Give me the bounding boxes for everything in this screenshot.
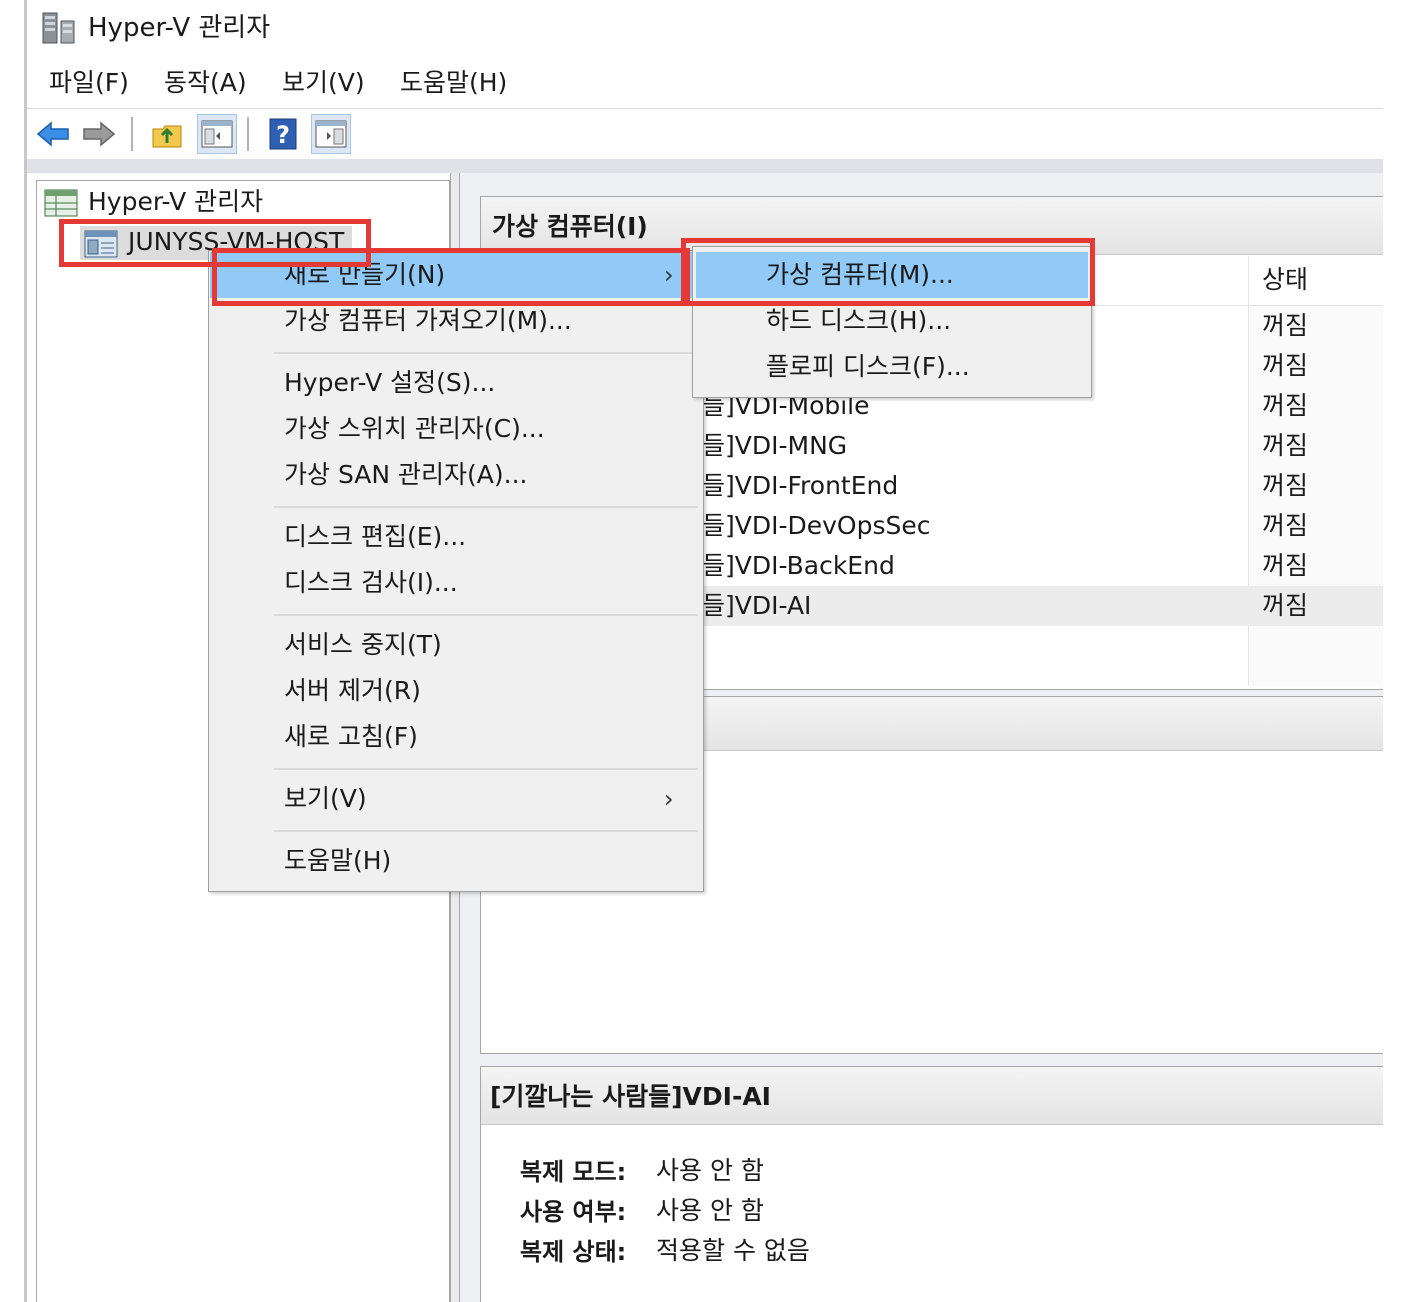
replication-mode-label: 복제 모드: <box>520 1158 627 1186</box>
replication-enabled-value: 사용 안 함 <box>656 1196 764 1225</box>
column-header-status[interactable]: 상태 <box>1262 264 1308 296</box>
replication-state-value: 적용할 수 없음 <box>656 1236 810 1265</box>
window-left-border <box>24 0 27 1302</box>
context-menu-item-virtual-switch-manager-label: 가상 스위치 관리자(C)... <box>284 414 545 443</box>
replication-state-label: 복제 상태: <box>520 1238 627 1266</box>
vm-name: 들]VDI-BackEnd <box>702 551 895 580</box>
menu-action[interactable]: 동작(A) <box>160 68 251 98</box>
vm-status: 꺼짐 <box>1262 551 1309 580</box>
vm-status: 꺼짐 <box>1262 511 1309 540</box>
vm-status: 꺼짐 <box>1262 311 1309 340</box>
context-menu-item-virtual-san-manager-label: 가상 SAN 관리자(A)... <box>284 460 528 489</box>
context-menu-item-edit-disk-label: 디스크 편집(E)... <box>284 522 467 551</box>
vm-status: 꺼짐 <box>1262 351 1309 380</box>
hyperv-manager-icon <box>44 188 78 218</box>
context-menu-item-hyperv-settings-label: Hyper-V 설정(S)... <box>284 368 496 397</box>
vm-status: 꺼짐 <box>1262 471 1309 500</box>
context-menu-item-stop-service-label: 서비스 중지(T) <box>284 630 442 659</box>
context-menu-separator <box>274 830 698 832</box>
context-menu-item-refresh-label: 새로 고침(F) <box>284 722 418 751</box>
menu-help[interactable]: 도움말(H) <box>396 68 511 98</box>
submenu-arrow-icon: › <box>664 785 674 813</box>
menu-bar: 파일(F) 동작(A) 보기(V) 도움말(H) <box>27 58 1383 109</box>
vm-name: 들]VDI-AI <box>702 591 812 620</box>
context-menu-item-help-label: 도움말(H) <box>284 846 392 875</box>
menu-view[interactable]: 보기(V) <box>278 68 369 98</box>
up-folder-icon[interactable] <box>147 114 187 154</box>
context-menu-item-import-vm-label: 가상 컴퓨터 가져오기(M)... <box>284 306 572 335</box>
submenu-item-hard-disk-label: 하드 디스크(H)... <box>766 306 952 335</box>
back-arrow-icon[interactable] <box>33 114 73 154</box>
submenu-item-virtual-machine-label: 가상 컴퓨터(M)... <box>766 260 954 289</box>
replication-enabled-label: 사용 여부: <box>520 1198 627 1226</box>
toolbar-separator <box>131 117 133 151</box>
vm-name: 들]VDI-MNG <box>702 431 848 460</box>
virtual-machines-panel-title: 가상 컴퓨터(I) <box>492 212 648 241</box>
hyperv-manager-window: Hyper-V 관리자 파일(F) 동작(A) 보기(V) 도움말(H) ? H… <box>0 0 1428 1302</box>
tree-item-hyperv-manager[interactable]: Hyper-V 관리자 <box>88 186 263 218</box>
replication-mode-value: 사용 안 함 <box>656 1156 764 1185</box>
context-menu-item-view-label: 보기(V) <box>284 784 367 813</box>
menu-file[interactable]: 파일(F) <box>45 68 133 98</box>
toolbar: ? <box>27 109 1383 159</box>
svg-text:?: ? <box>276 121 290 149</box>
workspace-band <box>27 159 1383 173</box>
details-panel-title: [기깔나는 사람들]VDI-AI <box>490 1082 771 1111</box>
help-icon[interactable]: ? <box>263 114 303 154</box>
hyperv-app-icon <box>42 12 76 44</box>
window-title: Hyper-V 관리자 <box>88 13 271 43</box>
context-menu-separator <box>274 768 698 770</box>
context-menu-item-new-label: 새로 만들기(N) <box>284 260 446 289</box>
context-menu-item-inspect-disk-label: 디스크 검사(I)... <box>284 568 458 597</box>
context-menu-separator <box>274 614 698 616</box>
vm-status: 꺼짐 <box>1262 391 1309 420</box>
submenu-item-floppy-disk-label: 플로피 디스크(F)... <box>766 352 970 381</box>
show-hide-action-pane-icon[interactable] <box>311 114 351 154</box>
vm-status: 꺼짐 <box>1262 431 1309 460</box>
vm-name: 들]VDI-DevOpsSec <box>702 511 931 540</box>
vm-status: 꺼짐 <box>1262 591 1309 620</box>
forward-arrow-icon[interactable] <box>79 114 119 154</box>
context-menu-separator <box>274 506 698 508</box>
vm-name: 들]VDI-FrontEnd <box>702 471 899 500</box>
context-menu-item-remove-server-label: 서버 제거(R) <box>284 676 421 705</box>
context-menu-separator <box>274 352 698 354</box>
toolbar-separator <box>247 117 249 151</box>
submenu-arrow-icon: › <box>664 261 674 289</box>
show-hide-console-tree-icon[interactable] <box>197 114 237 154</box>
server-icon <box>84 229 118 259</box>
